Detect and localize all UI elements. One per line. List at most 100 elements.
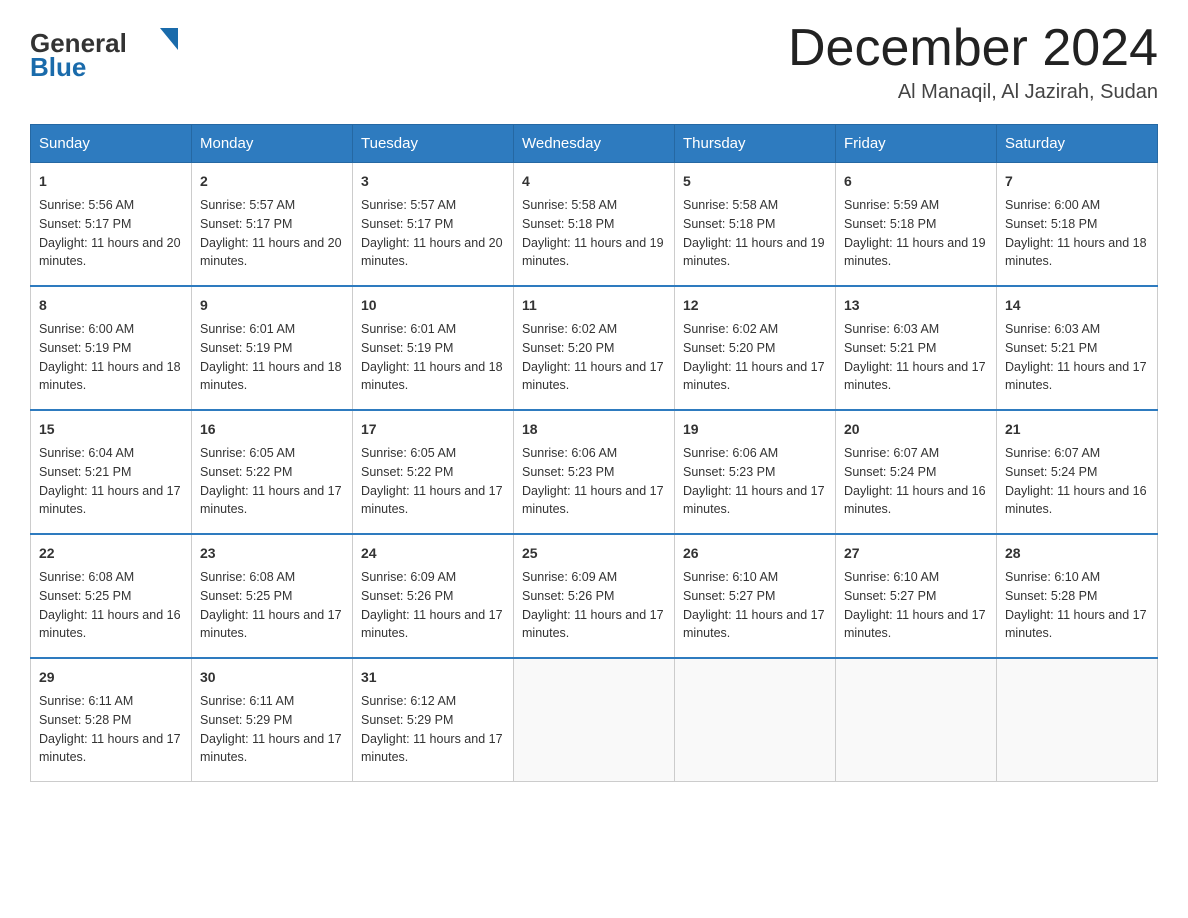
page-header: General Blue December 2024 Al Manaqil, A… <box>30 20 1158 104</box>
daylight-info: Daylight: 11 hours and 17 minutes. <box>683 482 827 520</box>
calendar-cell: 9 Sunrise: 6:01 AMSunset: 5:19 PMDaylight… <box>192 286 353 410</box>
logo: General Blue <box>30 20 190 85</box>
calendar-cell: 27Sunrise: 6:10 AMSunset: 5:27 PMDayligh… <box>836 534 997 658</box>
calendar-cell: 28Sunrise: 6:10 AMSunset: 5:28 PMDayligh… <box>997 534 1158 658</box>
title-block: December 2024 Al Manaqil, Al Jazirah, Su… <box>788 20 1158 104</box>
day-number: 7 <box>1005 171 1149 192</box>
daylight-info: Daylight: 11 hours and 17 minutes. <box>522 358 666 396</box>
calendar-cell: 3Sunrise: 5:57 AMSunset: 5:17 PMDaylight… <box>353 163 514 287</box>
calendar-cell <box>836 658 997 782</box>
sunset-info: Sunset: 5:26 PM <box>361 587 505 606</box>
calendar-cell: 17Sunrise: 6:05 AMSunset: 5:22 PMDayligh… <box>353 410 514 534</box>
day-number: 2 <box>200 171 344 192</box>
calendar-cell: 13Sunrise: 6:03 AMSunset: 5:21 PMDayligh… <box>836 286 997 410</box>
calendar-cell <box>675 658 836 782</box>
sunset-info: Sunset: 5:24 PM <box>844 463 988 482</box>
sunset-info: Sunset: 5:18 PM <box>683 215 827 234</box>
sunrise-info: Sunrise: 6:00 AM <box>39 320 183 339</box>
day-number: 3 <box>361 171 505 192</box>
calendar-cell: 14Sunrise: 6:03 AMSunset: 5:21 PMDayligh… <box>997 286 1158 410</box>
day-number: 28 <box>1005 543 1149 564</box>
sunset-info: Sunset: 5:19 PM <box>39 339 183 358</box>
sunrise-info: Sunrise: 5:57 AM <box>361 196 505 215</box>
sunset-info: Sunset: 5:21 PM <box>39 463 183 482</box>
calendar-header-row: SundayMondayTuesdayWednesdayThursdayFrid… <box>31 125 1158 163</box>
sunset-info: Sunset: 5:20 PM <box>683 339 827 358</box>
sunset-info: Sunset: 5:17 PM <box>361 215 505 234</box>
daylight-info: Daylight: 11 hours and 16 minutes. <box>39 606 183 644</box>
sunset-info: Sunset: 5:22 PM <box>200 463 344 482</box>
calendar-cell: 31Sunrise: 6:12 AMSunset: 5:29 PMDayligh… <box>353 658 514 782</box>
sunset-info: Sunset: 5:27 PM <box>844 587 988 606</box>
sunrise-info: Sunrise: 6:09 AM <box>522 568 666 587</box>
calendar-cell: 7Sunrise: 6:00 AMSunset: 5:18 PMDaylight… <box>997 163 1158 287</box>
sunset-info: Sunset: 5:23 PM <box>683 463 827 482</box>
sunset-info: Sunset: 5:20 PM <box>522 339 666 358</box>
calendar-cell: 1Sunrise: 5:56 AMSunset: 5:17 PMDaylight… <box>31 163 192 287</box>
week-row-5: 29Sunrise: 6:11 AMSunset: 5:28 PMDayligh… <box>31 658 1158 782</box>
sunset-info: Sunset: 5:19 PM <box>200 339 344 358</box>
sunrise-info: Sunrise: 6:05 AM <box>361 444 505 463</box>
sunrise-info: Sunrise: 6:05 AM <box>200 444 344 463</box>
daylight-info: Daylight: 11 hours and 17 minutes. <box>844 606 988 644</box>
sunrise-info: Sunrise: 6:08 AM <box>39 568 183 587</box>
daylight-info: Daylight: 11 hours and 17 minutes. <box>522 606 666 644</box>
daylight-info: Daylight: 11 hours and 17 minutes. <box>39 482 183 520</box>
daylight-info: Daylight: 11 hours and 17 minutes. <box>39 730 183 768</box>
daylight-info: Daylight: 11 hours and 19 minutes. <box>844 234 988 272</box>
calendar-cell: 26Sunrise: 6:10 AMSunset: 5:27 PMDayligh… <box>675 534 836 658</box>
sunset-info: Sunset: 5:21 PM <box>1005 339 1149 358</box>
day-number: 23 <box>200 543 344 564</box>
day-number: 10 <box>361 295 505 316</box>
column-header-wednesday: Wednesday <box>514 125 675 163</box>
daylight-info: Daylight: 11 hours and 18 minutes. <box>361 358 505 396</box>
daylight-info: Daylight: 11 hours and 17 minutes. <box>361 606 505 644</box>
sunrise-info: Sunrise: 6:00 AM <box>1005 196 1149 215</box>
calendar-cell: 8Sunrise: 6:00 AMSunset: 5:19 PMDaylight… <box>31 286 192 410</box>
sunrise-info: Sunrise: 6:07 AM <box>1005 444 1149 463</box>
daylight-info: Daylight: 11 hours and 17 minutes. <box>200 482 344 520</box>
sunrise-info: Sunrise: 6:07 AM <box>844 444 988 463</box>
calendar-cell: 15Sunrise: 6:04 AMSunset: 5:21 PMDayligh… <box>31 410 192 534</box>
daylight-info: Daylight: 11 hours and 17 minutes. <box>522 482 666 520</box>
location-subtitle: Al Manaqil, Al Jazirah, Sudan <box>788 81 1158 104</box>
day-number: 15 <box>39 419 183 440</box>
calendar-cell: 22Sunrise: 6:08 AMSunset: 5:25 PMDayligh… <box>31 534 192 658</box>
sunrise-info: Sunrise: 6:02 AM <box>522 320 666 339</box>
sunset-info: Sunset: 5:23 PM <box>522 463 666 482</box>
calendar-cell: 25Sunrise: 6:09 AMSunset: 5:26 PMDayligh… <box>514 534 675 658</box>
day-number: 31 <box>361 667 505 688</box>
daylight-info: Daylight: 11 hours and 16 minutes. <box>844 482 988 520</box>
day-number: 24 <box>361 543 505 564</box>
sunrise-info: Sunrise: 6:11 AM <box>39 692 183 711</box>
sunrise-info: Sunrise: 5:58 AM <box>522 196 666 215</box>
sunrise-info: Sunrise: 6:01 AM <box>200 320 344 339</box>
column-header-sunday: Sunday <box>31 125 192 163</box>
day-number: 11 <box>522 295 666 316</box>
day-number: 20 <box>844 419 988 440</box>
day-number: 17 <box>361 419 505 440</box>
day-number: 25 <box>522 543 666 564</box>
day-number: 12 <box>683 295 827 316</box>
sunset-info: Sunset: 5:22 PM <box>361 463 505 482</box>
sunrise-info: Sunrise: 6:08 AM <box>200 568 344 587</box>
sunrise-info: Sunrise: 6:03 AM <box>844 320 988 339</box>
sunset-info: Sunset: 5:17 PM <box>200 215 344 234</box>
day-number: 9 <box>200 295 344 316</box>
calendar-cell: 24Sunrise: 6:09 AMSunset: 5:26 PMDayligh… <box>353 534 514 658</box>
column-header-saturday: Saturday <box>997 125 1158 163</box>
daylight-info: Daylight: 11 hours and 17 minutes. <box>1005 606 1149 644</box>
calendar-cell: 19Sunrise: 6:06 AMSunset: 5:23 PMDayligh… <box>675 410 836 534</box>
daylight-info: Daylight: 11 hours and 17 minutes. <box>361 730 505 768</box>
daylight-info: Daylight: 11 hours and 16 minutes. <box>1005 482 1149 520</box>
day-number: 4 <box>522 171 666 192</box>
week-row-3: 15Sunrise: 6:04 AMSunset: 5:21 PMDayligh… <box>31 410 1158 534</box>
day-number: 30 <box>200 667 344 688</box>
calendar-cell: 10Sunrise: 6:01 AMSunset: 5:19 PMDayligh… <box>353 286 514 410</box>
day-number: 29 <box>39 667 183 688</box>
calendar-cell: 4Sunrise: 5:58 AMSunset: 5:18 PMDaylight… <box>514 163 675 287</box>
day-number: 18 <box>522 419 666 440</box>
daylight-info: Daylight: 11 hours and 18 minutes. <box>200 358 344 396</box>
day-number: 22 <box>39 543 183 564</box>
daylight-info: Daylight: 11 hours and 20 minutes. <box>200 234 344 272</box>
